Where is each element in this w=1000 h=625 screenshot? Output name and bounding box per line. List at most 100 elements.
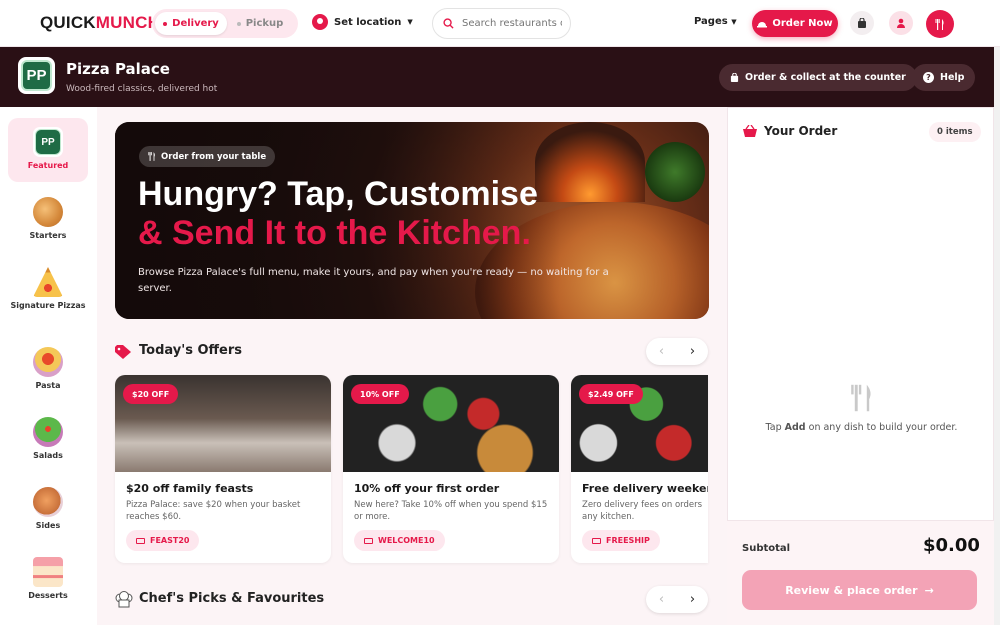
chevron-left-icon[interactable]: ‹ xyxy=(646,338,677,365)
offer-card[interactable]: $2.49 OFF Free delivery weekends Zero de… xyxy=(571,375,708,563)
tag-icon xyxy=(115,344,132,359)
search-box xyxy=(432,8,571,39)
location-label: Set location xyxy=(334,16,402,28)
subtotal-label: Subtotal xyxy=(742,543,791,554)
order-mode-toggle: Delivery Pickup xyxy=(152,9,298,38)
salad-bowl-icon xyxy=(33,417,63,447)
subtotal-value: $0.00 xyxy=(923,535,980,556)
offers-carousel-controls: ‹ › xyxy=(646,338,708,365)
sidebar-item-label: Pasta xyxy=(35,381,61,390)
promo-code: FEAST20 xyxy=(150,536,190,545)
account-button[interactable] xyxy=(889,11,913,35)
offer-card[interactable]: 10% OFF 10% off your first order New her… xyxy=(343,375,559,563)
hero-pill-label: Order from your table xyxy=(161,151,267,162)
hero-pill: Order from your table xyxy=(139,146,276,167)
shopping-bag-icon xyxy=(730,72,739,82)
location-pin-icon xyxy=(312,14,328,30)
offer-title: Free delivery weekends xyxy=(582,482,708,495)
delivery-mode-button[interactable]: Delivery xyxy=(155,12,227,35)
shopping-bag-icon xyxy=(858,17,866,28)
pizza-slice-icon xyxy=(33,267,63,297)
set-location-button[interactable]: Set location ▼ xyxy=(312,14,413,30)
sidebar-item-label: Signature Pizzas xyxy=(10,301,86,310)
restaurant-avatar: PP xyxy=(18,57,55,94)
help-icon: ? xyxy=(923,72,934,83)
promo-code: WELCOME10 xyxy=(378,536,435,545)
inactive-dot-icon xyxy=(236,21,241,26)
chicken-leg-icon xyxy=(33,487,63,517)
bag-button[interactable] xyxy=(850,11,874,35)
sidebar-item-pasta[interactable]: Pasta xyxy=(8,338,88,402)
restaurant-menu-button[interactable] xyxy=(926,10,954,38)
pages-label: Pages xyxy=(694,16,728,27)
promo-code-button[interactable]: WELCOME10 xyxy=(354,530,445,551)
help-button[interactable]: ? Help xyxy=(912,64,976,91)
sidebar-item-salads[interactable]: Salads xyxy=(8,408,88,472)
sidebar-item-sides[interactable]: Sides xyxy=(8,478,88,542)
sidebar-item-label: Desserts xyxy=(28,591,68,600)
chevron-down-icon: ▼ xyxy=(731,18,737,26)
order-items-box: Your Order 0 items Tap Add on any dish t… xyxy=(727,107,994,521)
restaurant-name: Pizza Palace xyxy=(66,60,170,78)
chevron-right-icon[interactable]: › xyxy=(677,586,708,613)
search-input[interactable] xyxy=(462,18,562,29)
offer-description: Pizza Palace: save $20 when your basket … xyxy=(126,500,301,522)
sidebar-item-signature-pizzas[interactable]: Signature Pizzas xyxy=(8,258,88,322)
page-scrollbar[interactable] xyxy=(994,47,1000,625)
sidebar-item-label: Featured xyxy=(27,161,69,170)
order-now-button[interactable]: Order Now xyxy=(752,10,838,37)
hero-description: Browse Pizza Palace's full menu, make it… xyxy=(138,267,609,294)
sidebar-item-desserts[interactable]: Desserts xyxy=(8,548,88,612)
fork-knife-icon xyxy=(850,383,874,417)
ticket-icon xyxy=(592,537,601,544)
offer-description: New here? Take 10% off when you spend $1… xyxy=(354,500,548,522)
chevron-left-icon[interactable]: ‹ xyxy=(646,586,677,613)
sidebar-item-featured[interactable]: PP Featured xyxy=(8,118,88,182)
croissant-icon xyxy=(33,197,63,227)
pages-menu[interactable]: Pages ▼ xyxy=(694,16,737,27)
offer-description: Zero delivery fees on orders any kitchen… xyxy=(582,500,703,522)
offer-badge: $2.49 OFF xyxy=(579,384,643,404)
top-navigation-bar: QUICKMUNCH. Delivery Pickup Set location… xyxy=(0,0,1000,47)
promo-code-button[interactable]: FEAST20 xyxy=(126,530,200,551)
category-sidebar: PP Featured Starters Signature Pizzas Pa… xyxy=(0,107,97,625)
site-logo[interactable]: QUICKMUNCH. xyxy=(40,13,165,33)
order-collect-button[interactable]: Order & collect at the counter xyxy=(719,64,917,91)
restaurant-header: PP Pizza Palace Wood-fired classics, del… xyxy=(0,47,994,107)
offer-title: $20 off family feasts xyxy=(126,482,254,495)
fork-knife-icon xyxy=(148,152,155,161)
sidebar-item-label: Starters xyxy=(29,231,67,240)
offer-title: 10% off your first order xyxy=(354,482,500,495)
review-order-button[interactable]: Review & place order → xyxy=(742,570,977,610)
cake-slice-icon xyxy=(33,557,63,587)
cloche-icon xyxy=(757,22,768,28)
item-count-badge: 0 items xyxy=(929,122,981,142)
pasta-bowl-icon xyxy=(33,347,63,377)
basket-icon xyxy=(743,125,757,137)
sidebar-item-label: Sides xyxy=(35,521,61,530)
restaurant-tagline: Wood-fired classics, delivered hot xyxy=(66,84,218,94)
promo-code: FREESHIP xyxy=(606,536,650,545)
help-label: Help xyxy=(940,72,965,83)
hero-headline-accent: & Send It to the Kitchen. xyxy=(138,214,531,252)
hero-banner: Order from your table Hungry? Tap, Custo… xyxy=(115,122,709,319)
arrow-right-icon: → xyxy=(924,583,934,597)
main-content: Order from your table Hungry? Tap, Custo… xyxy=(97,107,727,625)
hero-headline: Hungry? Tap, Customise xyxy=(138,175,538,213)
chevron-right-icon[interactable]: › xyxy=(677,338,708,365)
review-order-label: Review & place order xyxy=(785,583,918,597)
delivery-label: Delivery xyxy=(172,18,219,29)
fork-knife-icon xyxy=(935,18,944,30)
search-icon xyxy=(443,18,454,29)
offer-card[interactable]: $20 OFF $20 off family feasts Pizza Pala… xyxy=(115,375,331,563)
promo-code-button[interactable]: FREESHIP xyxy=(582,530,660,551)
order-panel: Your Order 0 items Tap Add on any dish t… xyxy=(727,107,994,625)
order-title-label: Your Order xyxy=(764,124,838,138)
pickup-mode-button[interactable]: Pickup xyxy=(227,12,293,35)
restaurant-logo-icon: PP xyxy=(21,60,52,91)
order-collect-label: Order & collect at the counter xyxy=(745,72,906,83)
sidebar-item-starters[interactable]: Starters xyxy=(8,188,88,252)
offer-badge: $20 OFF xyxy=(123,384,179,404)
chefs-picks-title: Chef's Picks & Favourites xyxy=(139,591,325,606)
chefs-picks-carousel-controls: ‹ › xyxy=(646,586,708,613)
